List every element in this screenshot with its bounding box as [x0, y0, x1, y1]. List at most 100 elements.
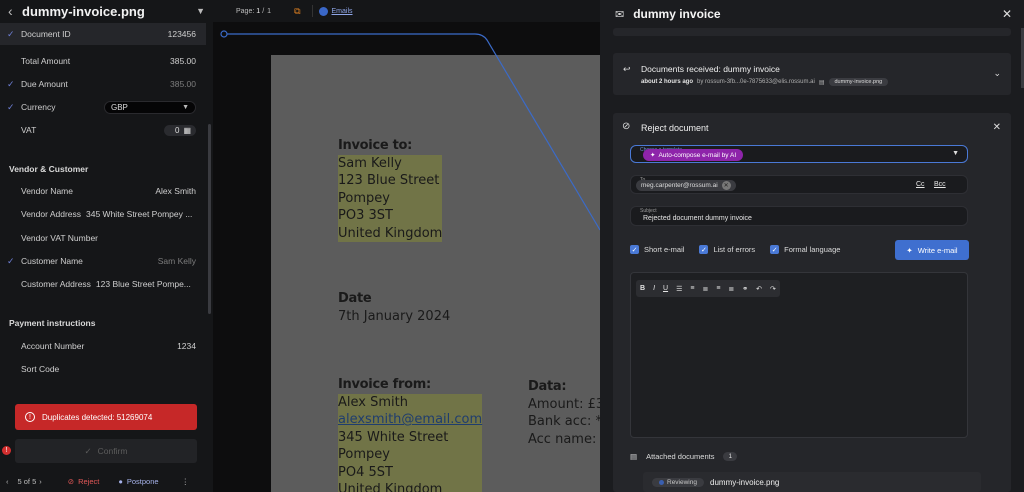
subject-value: Rejected document dummy invoice	[643, 215, 752, 222]
reject-icon: ⊘	[622, 121, 631, 132]
currency-select[interactable]: GBP ▼	[104, 101, 196, 114]
field-label: Vendor VAT Number	[21, 233, 99, 243]
field-value: 123456	[167, 29, 196, 39]
field-label: Vendor Name	[21, 186, 73, 196]
template-value: Auto-compose e-mail by AI	[658, 151, 737, 159]
status-icon	[659, 479, 664, 485]
bullet-list-icon[interactable]: ☰	[676, 285, 682, 293]
align-left-icon[interactable]: ≣	[702, 285, 708, 293]
bold-icon[interactable]: B	[640, 285, 645, 292]
received-file-chip[interactable]: dummy-invoice.png	[828, 78, 889, 86]
underline-icon[interactable]: U	[663, 285, 668, 292]
file-icon: ▤	[818, 79, 825, 86]
template-select[interactable]: Choose a template ✦ Auto-compose e-mail …	[630, 145, 968, 163]
document-icon: ▤	[630, 452, 638, 461]
close-icon[interactable]: ✕	[1002, 7, 1012, 21]
status-badge: Reviewing	[652, 477, 704, 487]
back-arrow-icon[interactable]: ‹	[8, 3, 20, 19]
chevron-down-icon[interactable]: ▼	[196, 6, 205, 16]
field-value: 385.00	[170, 79, 196, 89]
checkbox-checked-icon[interactable]: ✓	[770, 245, 780, 254]
duplicates-alert[interactable]: ! Duplicates detected: 51269074	[15, 404, 197, 430]
attached-label: Attached documents	[646, 452, 715, 461]
table-icon[interactable]: ▦	[183, 126, 191, 135]
field-vendor-address[interactable]: Vendor Address 345 White Street Pompey .…	[0, 203, 206, 225]
field-value: 123 Blue Street Pompe...	[95, 279, 191, 289]
check-icon: ✓	[7, 78, 15, 89]
reply-icon: ↩	[623, 64, 631, 74]
chevron-down-icon[interactable]: ⌄	[993, 68, 1001, 79]
close-icon[interactable]: ✕	[993, 122, 1001, 133]
checkbox-checked-icon[interactable]: ✓	[699, 245, 709, 254]
write-email-button[interactable]: ✦ Write e-mail	[895, 240, 969, 260]
sidebar-scrollbar[interactable]	[208, 124, 211, 314]
cc-link[interactable]: Cc	[916, 181, 925, 188]
bcc-link[interactable]: Bcc	[934, 181, 946, 188]
align-center-icon[interactable]: ≡	[716, 285, 720, 292]
reject-button[interactable]: ⊘ Reject	[68, 477, 100, 486]
field-value: 385.00	[170, 56, 196, 66]
field-label: VAT	[21, 125, 37, 135]
link-icon[interactable]: ⚭	[742, 285, 748, 293]
sparkle-icon: ✦	[650, 152, 656, 159]
postpone-button[interactable]: ● Postpone	[118, 477, 158, 486]
subject-label: Subject	[640, 208, 657, 214]
field-value: 1234	[177, 341, 196, 351]
attached-documents: ▤ Attached documents 1	[630, 452, 738, 461]
undo-icon[interactable]: ↶	[756, 285, 762, 293]
check-icon: ✓	[7, 101, 15, 112]
field-customer-address[interactable]: Customer Address 123 Blue Street Pompe..…	[0, 273, 206, 295]
field-vendor-vat[interactable]: Vendor VAT Number	[0, 227, 206, 249]
option-formal-language[interactable]: ✓ Formal language	[770, 245, 840, 254]
next-icon[interactable]: ›	[39, 477, 42, 486]
attached-file[interactable]: Reviewing dummy-invoice.png	[643, 472, 981, 492]
option-label: Short e-mail	[644, 245, 685, 254]
option-label: List of errors	[713, 245, 756, 254]
alert-icon: !	[25, 412, 35, 422]
envelope-icon: ✉	[615, 8, 625, 21]
duplicates-text: Duplicates detected: 51269074	[42, 412, 153, 422]
to-field[interactable]: To meg.carpenter@rossum.ai ✕ Cc Bcc	[630, 175, 968, 194]
confirm-button[interactable]: ✓ Confirm	[15, 439, 197, 463]
field-total-amount[interactable]: Total Amount 385.00	[0, 50, 206, 72]
field-account-number[interactable]: Account Number 1234	[0, 335, 206, 357]
redo-icon[interactable]: ↷	[770, 285, 776, 293]
postpone-icon: ●	[118, 476, 123, 486]
received-time: about 2 hours ago	[641, 79, 694, 85]
remove-icon[interactable]: ✕	[721, 181, 731, 190]
option-label: Formal language	[784, 245, 841, 254]
align-right-icon[interactable]: ≣	[728, 285, 734, 293]
field-label: Sort Code	[21, 364, 60, 374]
option-list-errors[interactable]: ✓ List of errors	[699, 245, 755, 254]
editor-toolbar: B I U ☰ ≡ ≣ ≡ ≣ ⚭ ↶ ↷	[636, 280, 780, 297]
prev-icon[interactable]: ‹	[6, 477, 9, 486]
check-icon: ✓	[7, 255, 15, 266]
field-sort-code[interactable]: Sort Code	[0, 358, 206, 380]
received-card[interactable]: ↩ Documents received: dummy invoice abou…	[613, 53, 1011, 95]
template-chip[interactable]: ✦ Auto-compose e-mail by AI	[643, 149, 744, 161]
panel-header: ✉ dummy invoice ✕	[600, 0, 1024, 28]
reject-label: Reject	[78, 476, 100, 486]
sidebar-header: ‹ dummy-invoice.png ▼	[0, 0, 213, 22]
field-label: Document ID	[21, 29, 71, 39]
option-short-email[interactable]: ✓ Short e-mail	[630, 245, 684, 254]
field-vendor-name[interactable]: Vendor Name Alex Smith	[0, 180, 206, 202]
vat-value: 0	[174, 126, 180, 135]
italic-icon[interactable]: I	[653, 285, 655, 292]
field-customer-name[interactable]: ✓ Customer Name Sam Kelly	[0, 250, 206, 272]
email-body-editor[interactable]: B I U ☰ ≡ ≣ ≡ ≣ ⚭ ↶ ↷	[630, 272, 968, 438]
numbered-list-icon[interactable]: ≡	[690, 285, 694, 292]
sidebar-footer: ‹ 5 of 5 › ⊘ Reject ● Postpone ⋮	[0, 474, 206, 488]
field-value: Alex Smith	[155, 186, 196, 196]
subject-field[interactable]: Subject Rejected document dummy invoice	[630, 206, 968, 226]
field-due-amount[interactable]: ✓ Due Amount 385.00	[0, 73, 206, 95]
checkbox-checked-icon[interactable]: ✓	[630, 245, 639, 254]
reject-icon: ⊘	[67, 476, 75, 486]
currency-value: GBP	[111, 103, 128, 112]
field-label: Total Amount	[21, 56, 71, 66]
field-document-id[interactable]: ✓ Document ID 123456	[0, 23, 206, 45]
more-icon[interactable]: ⋮	[182, 477, 207, 486]
vat-input[interactable]: 0 ▦	[164, 125, 196, 136]
recipient-chip[interactable]: meg.carpenter@rossum.ai ✕	[636, 180, 736, 191]
connector-line	[220, 30, 600, 231]
